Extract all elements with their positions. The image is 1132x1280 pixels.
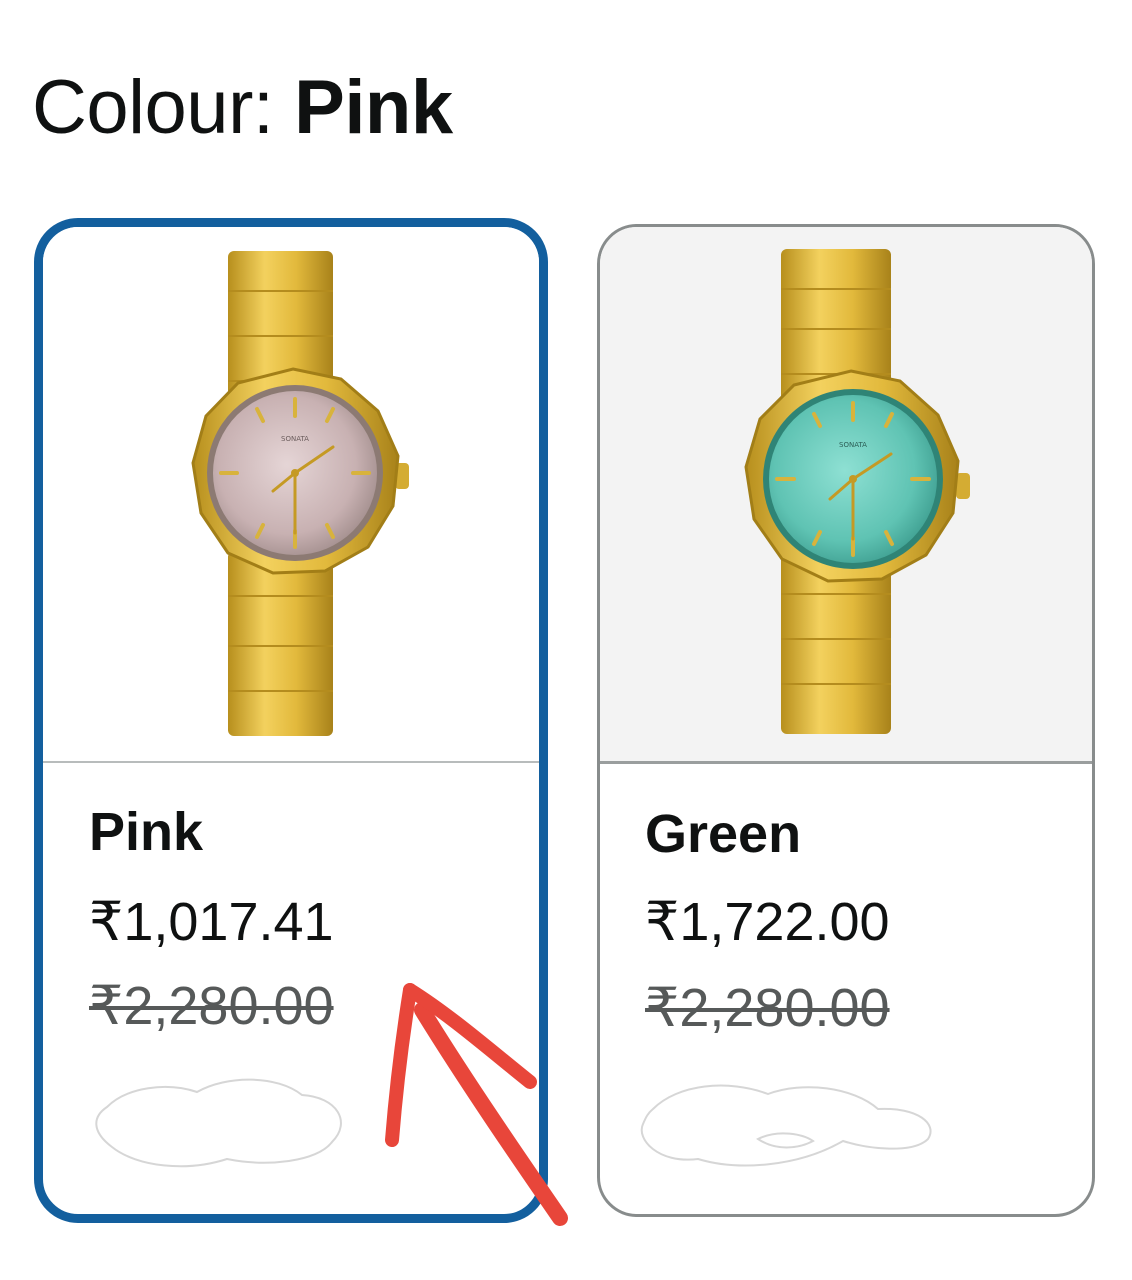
svg-text:SONATA: SONATA	[839, 441, 867, 449]
card-divider	[43, 761, 539, 763]
redaction-scribble	[640, 1084, 932, 1167]
swatch-green[interactable]: SONATA Green ₹1,722.00 ₹2,280.00	[597, 224, 1095, 1217]
colour-label: Colour:	[32, 65, 295, 150]
colour-selector-page: Colour: Pink SONATA Pink ₹1,017.41 ₹2,28…	[0, 0, 1132, 1280]
colour-heading: Colour: Pink	[32, 70, 453, 146]
redaction-scribble	[95, 1078, 342, 1168]
swatch-pink[interactable]: SONATA Pink ₹1,017.41 ₹2,280.00	[34, 218, 548, 1223]
swatch-mrp: ₹2,280.00	[89, 976, 334, 1036]
swatch-mrp: ₹2,280.00	[645, 978, 890, 1038]
swatch-image-area: SONATA	[600, 227, 1092, 761]
card-divider	[600, 761, 1092, 764]
swatch-name: Pink	[89, 802, 204, 862]
swatch-price: ₹1,017.41	[89, 892, 334, 952]
watch-image: SONATA	[191, 251, 409, 736]
selected-colour-value: Pink	[294, 65, 453, 150]
svg-text:SONATA: SONATA	[281, 435, 309, 443]
swatch-image-area: SONATA	[43, 227, 539, 761]
watch-image: SONATA	[744, 249, 970, 734]
swatch-price: ₹1,722.00	[645, 892, 890, 952]
swatch-name: Green	[645, 804, 802, 864]
